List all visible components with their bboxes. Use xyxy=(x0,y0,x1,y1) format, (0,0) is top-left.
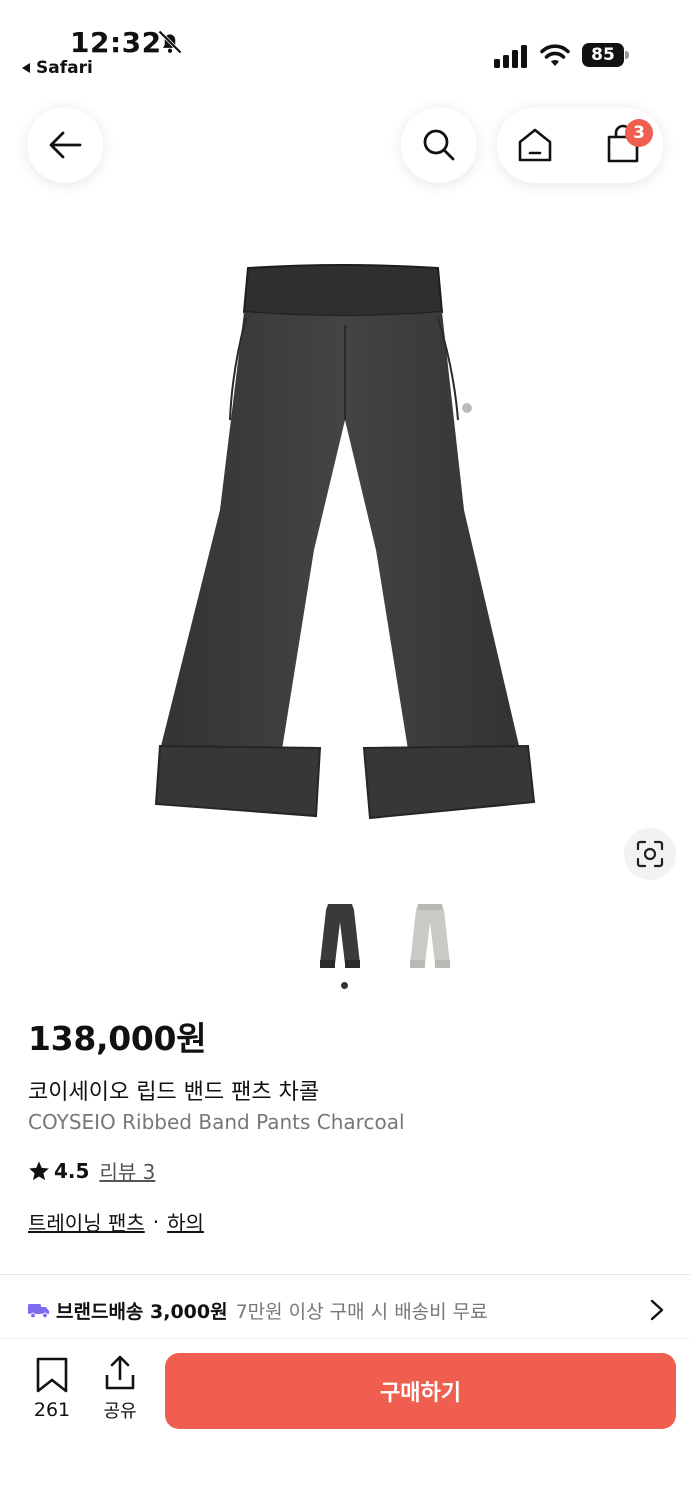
page-indicator-dot xyxy=(341,982,348,989)
cart-count-badge: 3 xyxy=(625,119,653,147)
home-cart-group: 3 xyxy=(497,107,663,183)
product-name-english: COYSEIO Ribbed Band Pants Charcoal xyxy=(28,1110,405,1134)
thumbnail-light-gray[interactable] xyxy=(400,898,460,978)
category-separator: · xyxy=(152,1209,160,1234)
section-divider xyxy=(0,1274,690,1275)
shipping-fee: 브랜드배송 3,000원 xyxy=(56,1300,228,1323)
share-label: 공유 xyxy=(103,1401,137,1422)
battery-level: 85 xyxy=(582,43,624,67)
bell-muted-icon xyxy=(158,30,182,54)
product-price: 138,000원 xyxy=(28,1019,207,1058)
arrow-left-icon xyxy=(49,131,82,159)
category-breadcrumb: 트레이닝 팬츠 · 하의 xyxy=(28,1207,204,1236)
status-time: 12:32 xyxy=(70,26,162,59)
product-name-korean: 코이세이오 립드 밴드 팬츠 차콜 xyxy=(28,1080,320,1105)
back-triangle-icon xyxy=(22,63,30,73)
status-bar: 12:32 Safari 85 xyxy=(0,0,690,90)
color-thumbnails xyxy=(310,898,470,978)
home-icon[interactable] xyxy=(515,125,555,165)
back-app-label: Safari xyxy=(36,58,93,78)
thumbnail-charcoal[interactable] xyxy=(310,898,370,978)
wifi-icon xyxy=(540,44,570,66)
rating-score: 4.5 xyxy=(54,1158,90,1183)
chevron-right-icon xyxy=(650,1299,664,1321)
wishlist-button[interactable]: 261 xyxy=(28,1357,76,1429)
search-icon xyxy=(423,129,455,161)
category-link-training-pants[interactable]: 트레이닝 팬츠 xyxy=(28,1207,145,1236)
battery-nub xyxy=(625,51,629,59)
wishlist-count: 261 xyxy=(33,1399,71,1421)
battery-indicator: 85 xyxy=(582,43,630,67)
delivery-truck-icon xyxy=(28,1304,49,1319)
share-button[interactable]: 공유 xyxy=(98,1355,142,1427)
search-button[interactable] xyxy=(401,107,477,183)
shipping-free-condition: 7만원 이상 구매 시 배송비 무료 xyxy=(235,1300,488,1323)
buy-button[interactable]: 구매하기 xyxy=(165,1353,676,1429)
star-icon xyxy=(29,1160,49,1180)
bookmark-icon xyxy=(36,1357,68,1393)
lens-scan-icon xyxy=(636,840,664,868)
back-button[interactable] xyxy=(27,107,103,183)
review-link[interactable]: 리뷰 3 xyxy=(99,1156,155,1185)
category-link-bottoms[interactable]: 하의 xyxy=(167,1207,204,1236)
back-to-app-link[interactable]: Safari xyxy=(22,58,93,78)
share-icon xyxy=(105,1355,135,1390)
shipping-info-row[interactable]: 브랜드배송 3,000원 7만원 이상 구매 시 배송비 무료 xyxy=(28,1293,668,1327)
rating-row: 4.5 리뷰 3 xyxy=(28,1156,155,1185)
bottom-action-bar: 261 공유 구매하기 xyxy=(0,1338,690,1500)
cellular-signal-icon xyxy=(494,45,527,68)
product-image[interactable] xyxy=(120,250,570,840)
visual-search-button[interactable] xyxy=(624,828,676,880)
